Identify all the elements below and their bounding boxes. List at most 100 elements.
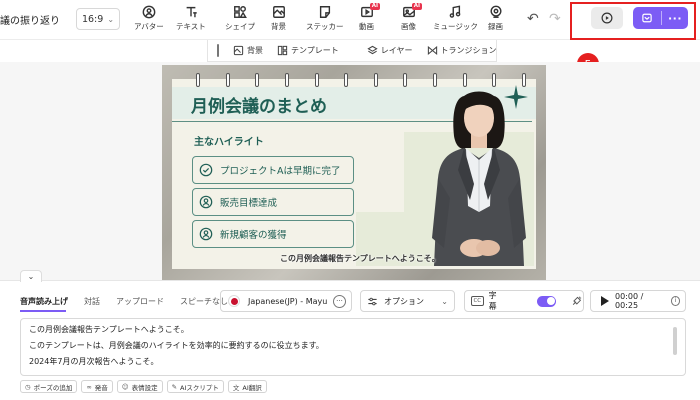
transition-icon <box>427 45 437 56</box>
scrollbar[interactable] <box>673 327 677 355</box>
ai-badge: AI <box>370 3 380 10</box>
script-line: 2024年7月の月次報告へようこそ。 <box>29 357 159 366</box>
pronunciation-icon: ∞ <box>86 382 92 391</box>
tool-shape-label: シェイプ <box>225 22 255 31</box>
tab-upload[interactable]: アップロード <box>116 296 164 307</box>
play-circle-icon <box>601 12 613 24</box>
tool-music[interactable]: ミュージック <box>433 5 478 35</box>
tool-sticker[interactable]: ステッカー <box>306 5 344 35</box>
tool-background[interactable]: 背景 <box>271 5 286 35</box>
background-icon <box>233 45 244 56</box>
text-icon <box>186 6 197 18</box>
add-pause-button[interactable]: ◷ ポーズの追加 <box>20 380 78 393</box>
record-icon <box>489 5 502 18</box>
playback-time: 00:00 / 00:25 <box>615 292 644 310</box>
shape-icon <box>234 6 247 18</box>
tool-music-label: ミュージック <box>433 22 478 31</box>
tool-video[interactable]: AI 動画 <box>359 3 380 35</box>
highlight-item-text: 販売目標達成 <box>220 198 278 209</box>
document-title[interactable]: 議の振り返り <box>0 12 60 27</box>
pause-icon: ◷ <box>25 382 31 391</box>
subtitle-toggle[interactable] <box>537 295 557 307</box>
more-options-icon[interactable]: ··· <box>662 12 688 25</box>
layer-button[interactable]: レイヤー <box>367 45 413 56</box>
script-line: このテンプレートは、月例会議のハイライトを効率的に要約するのに役立ちます。 <box>29 341 324 350</box>
chip-label: 表情設定 <box>131 383 158 392</box>
options-label: オプション <box>384 296 424 306</box>
avatar-presenter[interactable] <box>414 88 544 266</box>
select-checkbox[interactable] <box>217 44 219 57</box>
highlight-item[interactable]: 販売目標達成 <box>192 188 354 216</box>
sliders-icon <box>368 297 377 305</box>
tool-record[interactable]: 録画 <box>488 5 503 35</box>
background-button-label: 背景 <box>247 46 263 55</box>
pronunciation-button[interactable]: ∞ 発音 <box>81 380 113 393</box>
highlight-item[interactable]: 新規顧客の獲得 <box>192 220 354 248</box>
preview-button[interactable] <box>591 7 623 29</box>
slide-caption: この月例会議報告テンプレートへようこそ。 <box>280 254 440 263</box>
redo-icon[interactable]: ↷ <box>549 11 561 27</box>
closed-caption-icon: CC <box>471 296 484 306</box>
slide-title[interactable]: 月例会議のまとめ <box>191 92 327 117</box>
japan-flag-icon <box>228 295 240 307</box>
highlight-item-text: 新規顧客の獲得 <box>220 230 287 241</box>
aspect-ratio-value: 16:9 <box>81 13 104 25</box>
chevron-down-icon: ⌄ <box>441 296 448 306</box>
tab-dialogue[interactable]: 対話 <box>84 296 100 307</box>
ai-badge: AI <box>412 3 422 10</box>
tool-image-label: 画像 <box>401 22 416 31</box>
active-tab-indicator <box>20 310 66 312</box>
ai-script-icon: ✎ <box>171 382 178 391</box>
tool-record-label: 録画 <box>488 22 503 31</box>
transition-button[interactable]: トランジション <box>427 45 497 56</box>
tool-avatar-label: アバター <box>134 22 164 31</box>
avatar-icon <box>142 5 156 19</box>
tool-sticker-label: ステッカー <box>306 22 344 31</box>
voice-select[interactable]: Japanese(JP) - Mayu ··· <box>220 290 352 312</box>
person-circle-icon <box>199 227 213 241</box>
more-icon[interactable]: ··· <box>333 294 346 308</box>
canvas-toolbar: 背景 テンプレート レイヤー トランジション <box>207 40 497 62</box>
tab-text-to-speech[interactable]: 音声読み上げ <box>20 296 68 307</box>
script-line: この月例会議報告テンプレートへようこそ。 <box>29 325 189 334</box>
tool-image[interactable]: AI 画像 <box>401 3 422 35</box>
tool-avatar[interactable]: アバター <box>134 5 164 35</box>
music-icon <box>450 5 461 18</box>
subtitle-style-icon[interactable] <box>571 295 583 307</box>
highlight-item[interactable]: プロジェクトAは早期に完了 <box>192 156 354 184</box>
speech-mode-tabs: 音声読み上げ 対話 アップロード スピーチなし <box>20 296 228 307</box>
ai-translate-icon: 文 <box>232 383 240 392</box>
layer-button-label: レイヤー <box>380 46 413 55</box>
transition-button-label: トランジション <box>440 46 497 55</box>
template-button[interactable]: テンプレート <box>277 45 339 56</box>
top-toolbar: 議の振り返り 16:9 ⌄ アバター テキスト シェイプ 背景 ステッカー AI… <box>0 0 700 40</box>
play-icon[interactable] <box>601 296 609 306</box>
options-select[interactable]: オプション ⌄ <box>360 290 455 312</box>
aspect-ratio-select[interactable]: 16:9 ⌄ <box>76 8 120 30</box>
tool-video-label: 動画 <box>359 22 374 31</box>
background-button[interactable]: 背景 <box>233 45 263 56</box>
export-button[interactable]: ··· <box>633 7 688 29</box>
tool-background-label: 背景 <box>271 22 286 31</box>
chip-label: ポーズの追加 <box>33 383 73 392</box>
expression-icon: ☺ <box>121 382 129 391</box>
script-textarea[interactable]: この月例会議報告テンプレートへようこそ。 このテンプレートは、月例会議のハイライ… <box>20 318 686 376</box>
slide-subheading[interactable]: 主なハイライト <box>194 133 264 148</box>
person-circle-icon <box>199 195 213 209</box>
audio-player[interactable]: 00:00 / 00:25 i <box>590 290 686 312</box>
ai-translate-button[interactable]: 文 AI翻訳 <box>227 380 267 393</box>
sticker-icon <box>319 6 330 18</box>
chip-label: 発音 <box>94 383 108 392</box>
tool-shape[interactable]: シェイプ <box>225 5 255 35</box>
undo-icon[interactable]: ↶ <box>527 11 539 27</box>
background-icon <box>272 6 285 18</box>
subtitle-control: CC 字幕 <box>464 290 584 312</box>
chip-label: AIスクリプト <box>180 383 219 392</box>
expression-button[interactable]: ☺ 表情設定 <box>116 380 163 393</box>
info-icon[interactable]: i <box>670 296 680 306</box>
collapse-panel-chevron-icon[interactable]: ⌄ <box>20 270 42 282</box>
chevron-down-icon: ⌄ <box>107 14 115 24</box>
subtitle-label: 字幕 <box>488 291 497 311</box>
tool-text[interactable]: テキスト <box>176 5 206 35</box>
ai-script-button[interactable]: ✎ AIスクリプト <box>166 380 224 393</box>
